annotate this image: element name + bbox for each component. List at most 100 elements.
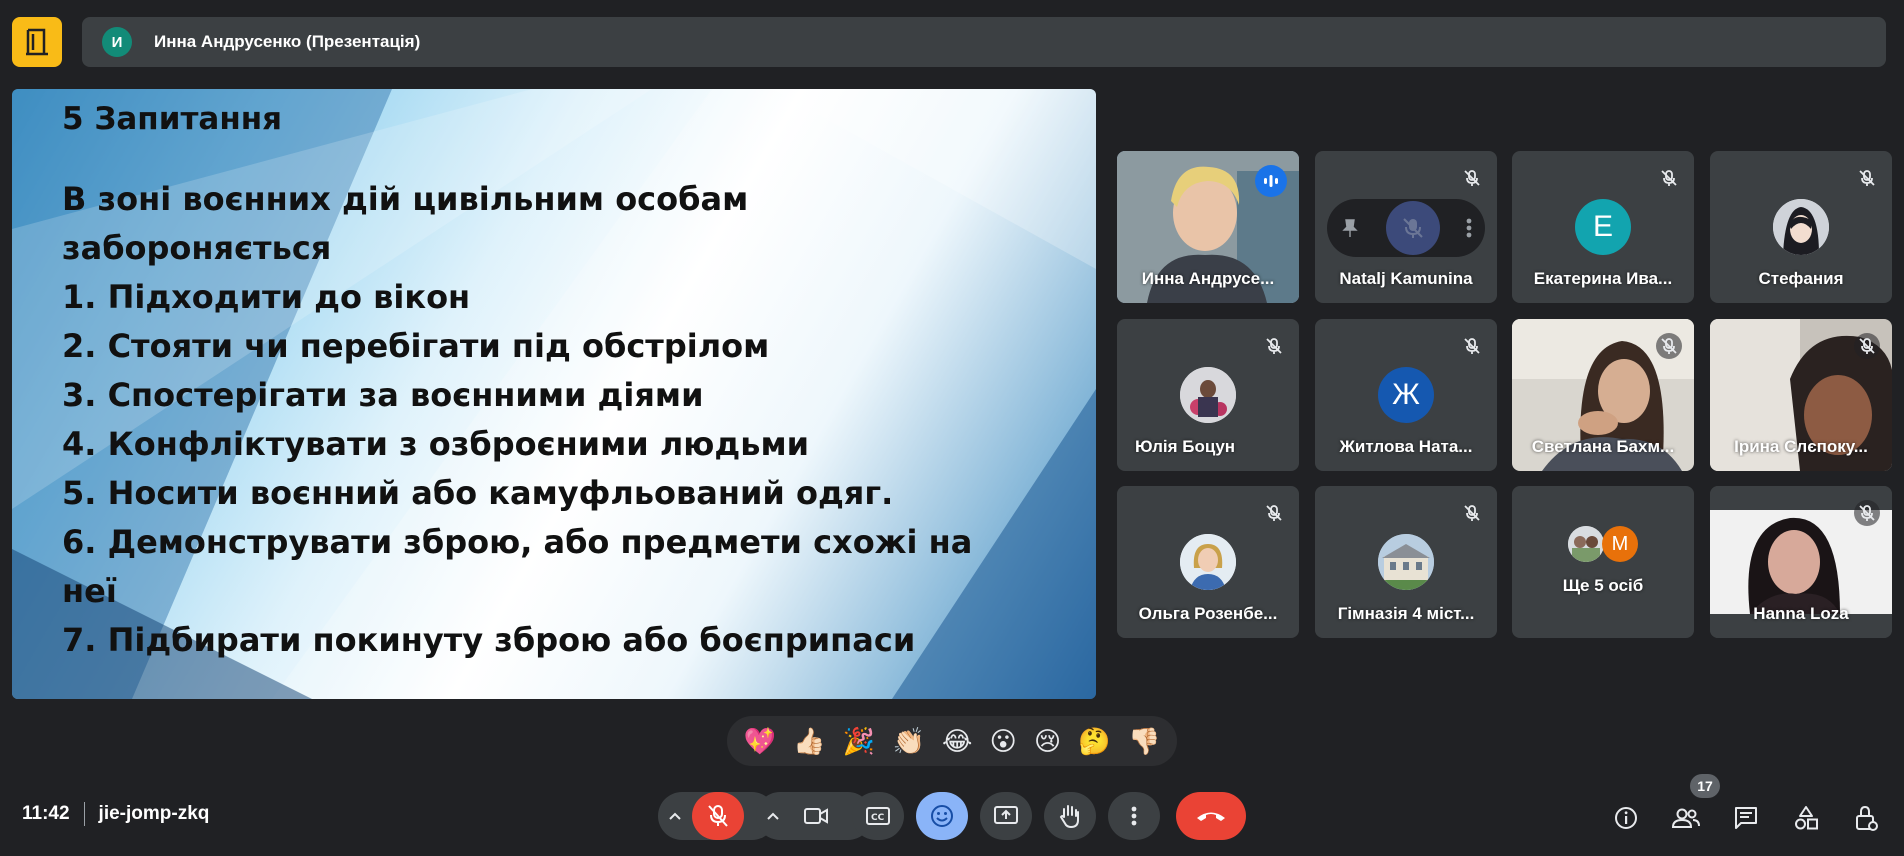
participant-name: Стефания [1758, 269, 1844, 288]
tile-hover-controls[interactable] [1327, 199, 1485, 257]
door-icon [26, 28, 48, 56]
chat-icon [1735, 807, 1757, 829]
chat-button[interactable] [1726, 798, 1766, 838]
mic-off-icon [708, 805, 728, 827]
participant-name: Инна Андрусе... [1141, 269, 1275, 288]
participant-name: Юлія Боцун [1135, 437, 1236, 456]
mic-off-icon [1656, 165, 1682, 191]
present-button[interactable] [980, 792, 1032, 840]
mic-off-icon [1854, 333, 1880, 359]
emoji-icon [931, 805, 953, 827]
more-vert-icon[interactable] [1465, 217, 1473, 239]
participant-tile[interactable]: Юлія Боцун [1117, 319, 1299, 471]
people-count-badge: 17 [1690, 774, 1720, 798]
participant-avatar-small [1568, 526, 1604, 562]
reaction-surprised[interactable]: 😮 [990, 726, 1017, 757]
reaction-laugh[interactable]: 😂 [942, 726, 972, 757]
slide-line: 5. Носити воєнний або камуфльований одяг… [62, 474, 894, 512]
activities-button[interactable] [1786, 798, 1826, 838]
mute-participant-button[interactable] [1385, 201, 1440, 255]
more-participants-tile[interactable]: M Ще 5 осіб [1512, 486, 1694, 638]
more-options-button[interactable] [1108, 792, 1160, 840]
reaction-thinking[interactable]: 🤔 [1078, 726, 1110, 757]
participant-avatar-small: M [1602, 526, 1638, 562]
reactions-bar: 💖 👍🏻 🎉 👏🏻 😂 😮 😢 🤔 👎🏻 [727, 716, 1177, 766]
slide-line: неї [62, 572, 117, 610]
activities-icon [1795, 806, 1818, 830]
participant-name: Светлана Бахм... [1531, 437, 1675, 456]
lock-icon [1856, 805, 1878, 831]
participant-tile[interactable]: Светлана Бахм... [1512, 319, 1694, 471]
participant-tile[interactable]: Ольга Розенбе... [1117, 486, 1299, 638]
svg-text:CC: CC [871, 813, 885, 823]
chevron-up-icon [767, 812, 779, 820]
host-controls-button[interactable] [1846, 798, 1886, 838]
mic-off-icon [1459, 333, 1485, 359]
info-icon [1615, 807, 1637, 829]
participant-tile[interactable]: Гімназія 4 міст... [1315, 486, 1497, 638]
participant-tile[interactable]: Стефания [1710, 151, 1892, 303]
slide-line: 2. Стояти чи перебігати під обстрілом [62, 327, 770, 365]
captions-button[interactable]: CC [852, 792, 904, 840]
participant-avatar: E [1575, 199, 1631, 255]
presenter-title: Инна Андрусенко (Презентація) [154, 32, 421, 51]
participant-avatar: Ж [1378, 367, 1434, 423]
reaction-party[interactable]: 🎉 [843, 726, 875, 757]
slide-line: 4. Конфліктувати з озброєними людьми [62, 425, 810, 463]
mic-toggle-button[interactable] [692, 792, 744, 840]
participant-tile[interactable]: Natalj Kamunina [1315, 151, 1497, 303]
slide-title: 5 Запитання [62, 101, 283, 137]
leave-call-button[interactable] [1176, 792, 1246, 840]
people-icon [1671, 808, 1700, 828]
mic-off-icon [1854, 500, 1880, 526]
slide-line: 7. Підбирати покинуту зброю або боєприпа… [62, 621, 916, 659]
video-options-button[interactable] [756, 792, 790, 840]
more-avatars: M [1568, 526, 1640, 562]
reaction-sad[interactable]: 😢 [1034, 726, 1061, 757]
reaction-clap[interactable]: 👏🏻 [892, 726, 924, 757]
more-vert-icon [1131, 806, 1137, 826]
participant-tile[interactable]: Ж Житлова Ната... [1315, 319, 1497, 471]
camera-icon [804, 808, 828, 824]
end-call-icon [1197, 812, 1225, 821]
speaking-indicator-icon [1255, 165, 1287, 197]
participant-avatar [1378, 534, 1434, 590]
presenter-bar[interactable]: И Инна Андрусенко (Презентація) [82, 17, 1886, 67]
audio-options-button[interactable] [658, 792, 692, 840]
participant-name: Екатерина Ива... [1533, 269, 1673, 288]
meeting-code: jie-jomp-zkq [98, 803, 210, 824]
reaction-thumbs-down[interactable]: 👎🏻 [1128, 726, 1160, 757]
participant-name: Hanna Loza [1753, 604, 1849, 623]
participant-name: Natalj Kamunina [1339, 269, 1473, 288]
participant-name: Житлова Ната... [1339, 437, 1473, 456]
participant-name: Гімназія 4 міст... [1337, 604, 1475, 623]
meet-logo[interactable] [12, 17, 62, 67]
slide-line: 6. Демонструвати зброю, або предмети схо… [62, 523, 973, 561]
presenter-avatar: И [102, 27, 132, 57]
mic-off-icon [1459, 500, 1485, 526]
slide-line: 3. Спостерігати за воєнними діями [62, 376, 704, 414]
meeting-details-button[interactable] [1606, 798, 1646, 838]
pin-icon[interactable] [1339, 217, 1361, 239]
participant-name: Ольга Розенбе... [1138, 604, 1278, 623]
mic-off-icon [1459, 165, 1485, 191]
mic-off-icon [1261, 333, 1287, 359]
chevron-up-icon [669, 812, 681, 820]
present-icon [994, 806, 1018, 824]
reaction-thumbs-up[interactable]: 👍🏻 [793, 726, 825, 757]
participant-avatar [1773, 199, 1829, 255]
participant-tile[interactable]: Hanna Loza [1710, 486, 1892, 638]
slide-line: В зоні воєнних дій цивільним особам [62, 180, 749, 218]
participant-name: Ірина Слєпоку... [1734, 437, 1868, 456]
participant-tile[interactable]: Инна Андрусе... [1117, 151, 1299, 303]
participant-tile[interactable]: E Екатерина Ива... [1512, 151, 1694, 303]
people-button[interactable] [1666, 798, 1706, 838]
mic-off-icon [1403, 218, 1423, 238]
participant-tile[interactable]: Ірина Слєпоку... [1710, 319, 1892, 471]
reactions-button[interactable] [916, 792, 968, 840]
raise-hand-button[interactable] [1044, 792, 1096, 840]
reaction-heart[interactable]: 💖 [744, 726, 776, 757]
camera-toggle-button[interactable] [790, 792, 842, 840]
more-participants-label: Ще 5 осіб [1562, 576, 1644, 595]
clock-time: 11:42 [22, 803, 70, 824]
